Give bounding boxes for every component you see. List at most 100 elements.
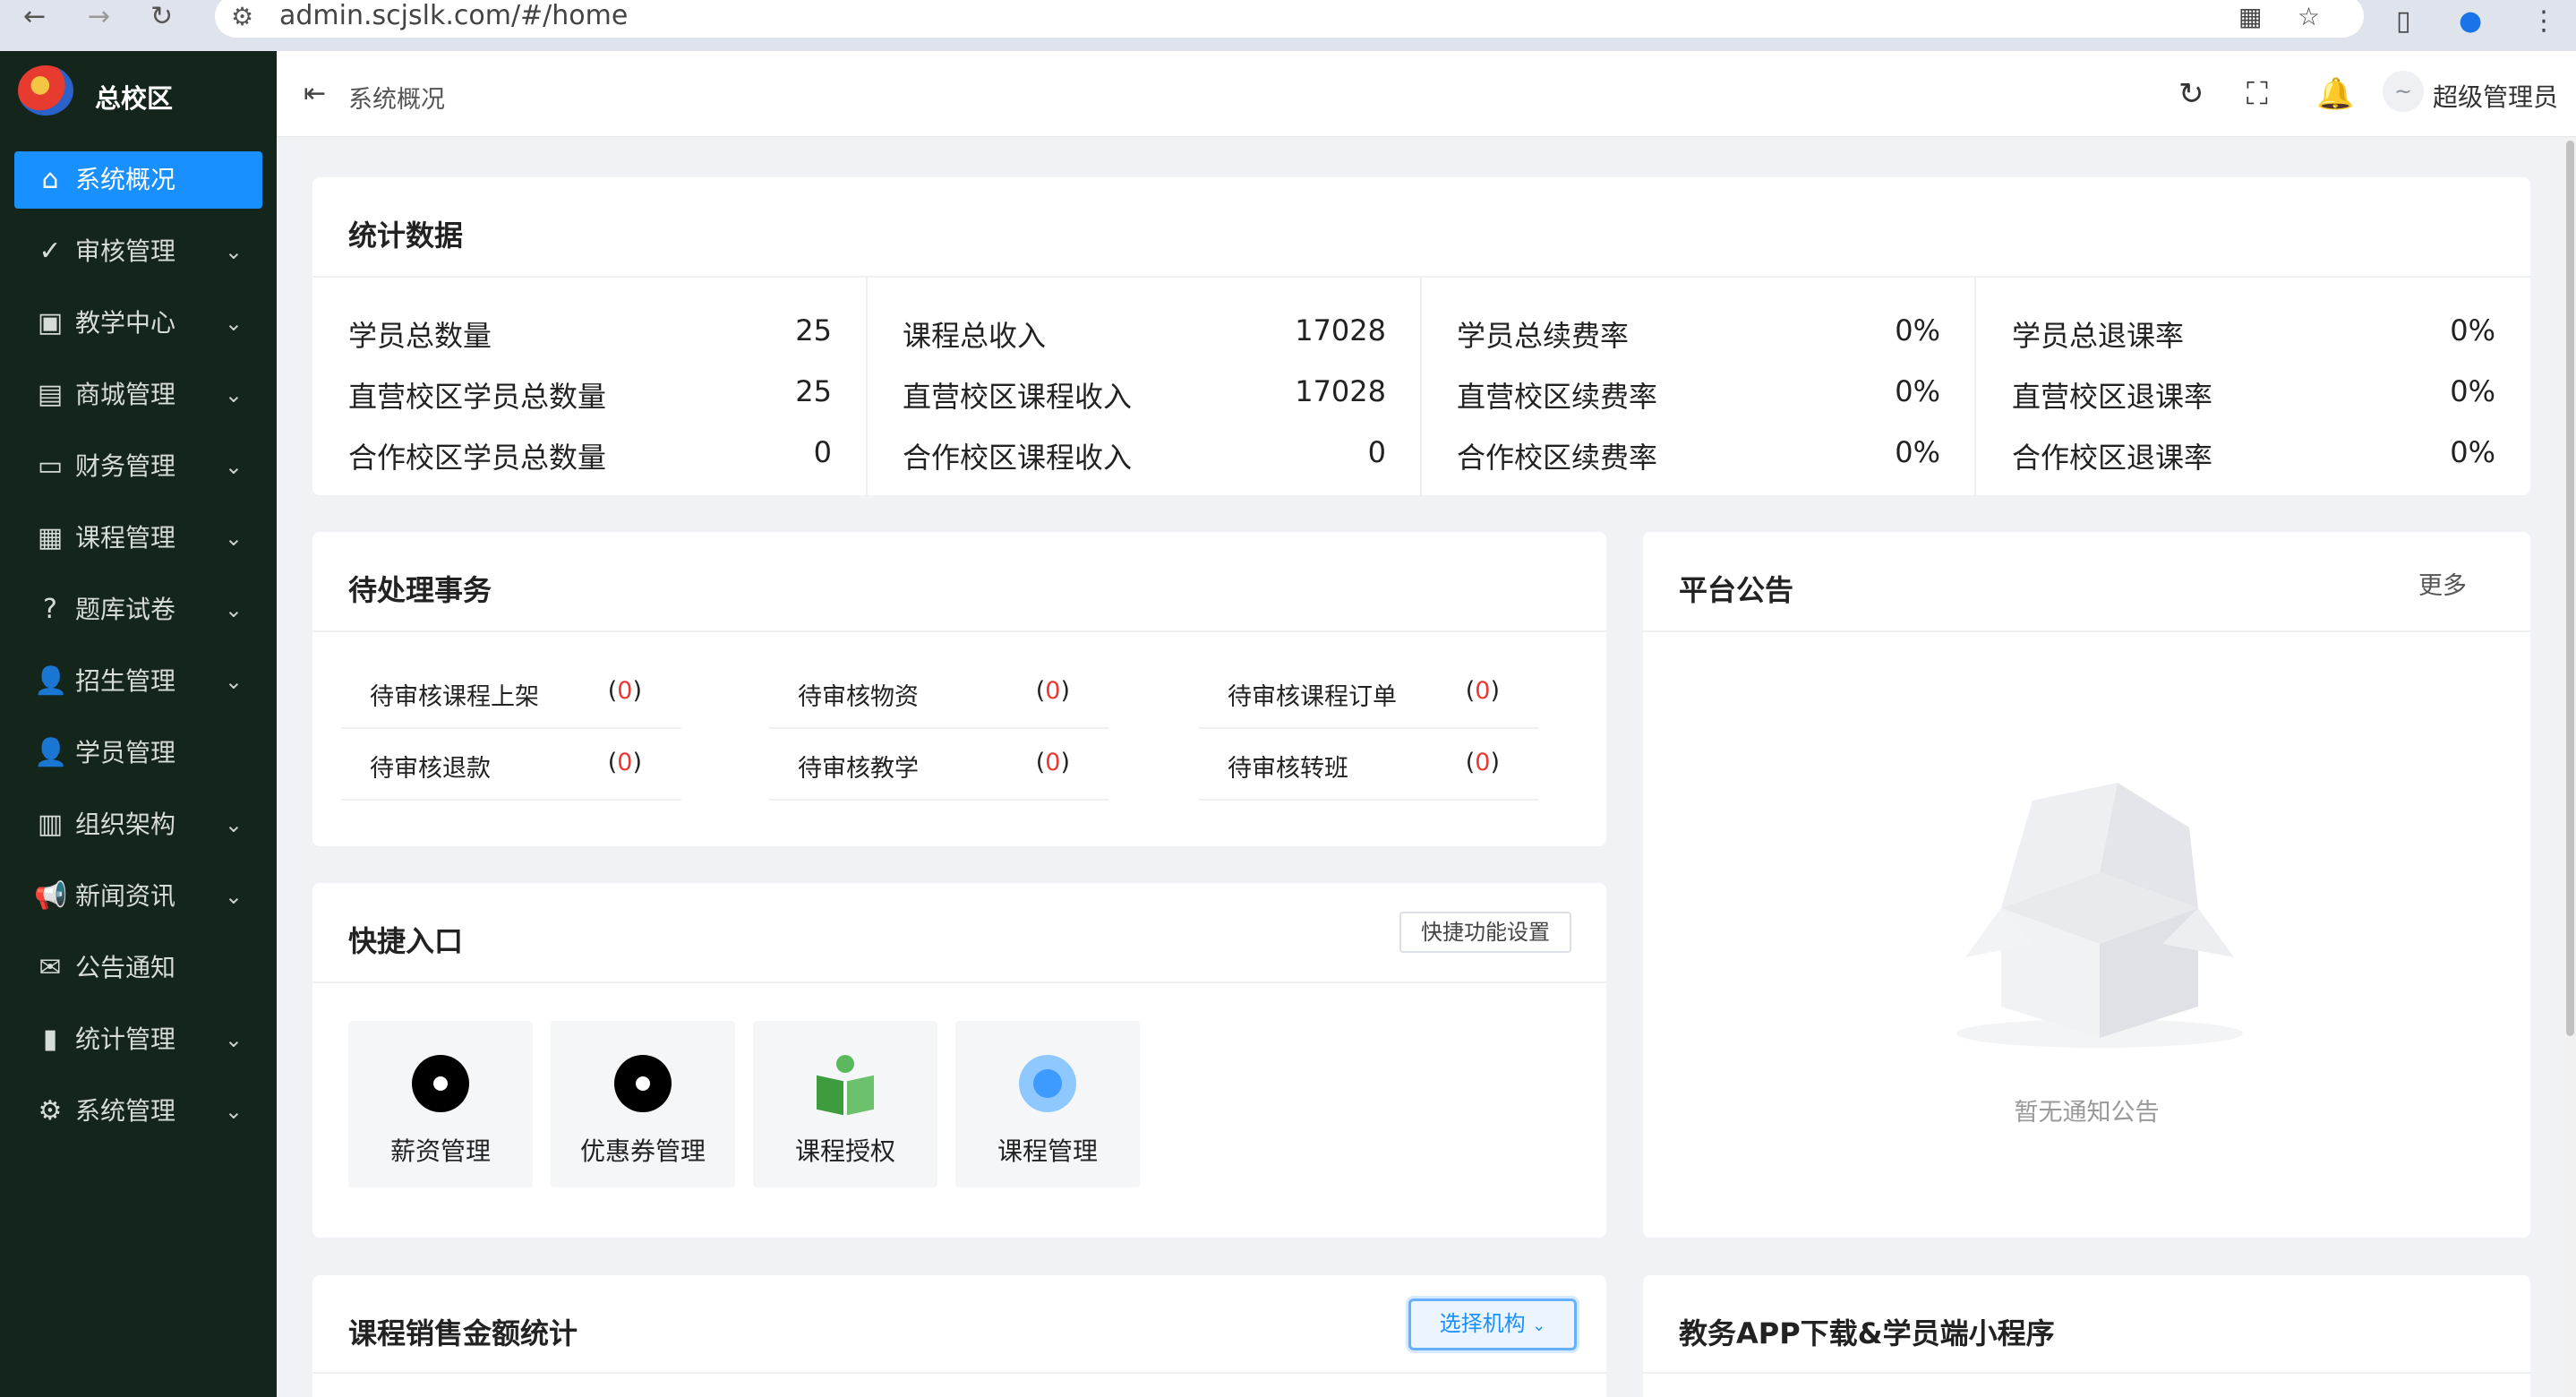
divider [1643, 1372, 2530, 1374]
stat-label: 学员总退课率 [2012, 319, 2185, 353]
stat-value: 0% [2450, 435, 2495, 469]
site-info-icon[interactable]: ⚙ [231, 2, 253, 31]
stat-row: 合作校区学员总数量 0 [348, 435, 832, 475]
quick-entry-tile[interactable]: 优惠券管理 [551, 1021, 735, 1187]
sidebar-item-6[interactable]: ? 题库试卷 ⌄ [0, 574, 277, 646]
stat-label: 直营校区课程收入 [903, 380, 1133, 414]
address-bar[interactable]: ⚙ admin.scjslk.com/#/home ▦ ☆ [215, 0, 2364, 38]
question-icon: ? [43, 594, 57, 625]
sidebar-item-9[interactable]: ▥ 组织架构 ⌄ [0, 789, 277, 861]
stat-value: 0% [1895, 435, 1940, 469]
gift-icon: ▤ [37, 379, 64, 410]
select-organization-dropdown[interactable]: 选择机构 ⌄ [1408, 1298, 1577, 1350]
sidebar-item-3[interactable]: ▤ 商城管理 ⌄ [0, 359, 277, 431]
empty-text: 暂无通知公告 [2014, 1099, 2160, 1127]
forward-icon[interactable]: → [88, 4, 110, 30]
pending-item[interactable]: 待审核教学 (0) [769, 729, 1109, 801]
stat-row: 学员总数量 25 [348, 313, 832, 353]
pending-item[interactable]: 待审核退款 (0) [341, 729, 681, 801]
stat-row: 课程总收入 17028 [903, 313, 1386, 353]
browser-menu-icon[interactable]: ⋮ [2530, 5, 2557, 37]
page-scrollbar[interactable] [2564, 137, 2576, 1397]
bookmark-star-icon[interactable]: ☆ [2298, 2, 2320, 31]
quick-entry-label: 课程管理 [997, 1136, 1098, 1166]
quick-entry-tile[interactable]: 薪资管理 [348, 1021, 533, 1187]
pending-item[interactable]: 待审核课程上架 (0) [341, 657, 681, 729]
refresh-icon[interactable]: ↻ [2178, 76, 2204, 112]
sidebar-item-label: 课程管理 [75, 523, 176, 553]
pending-label: 待审核课程订单 [1228, 683, 1397, 711]
url-text[interactable]: admin.scjslk.com/#/home [279, 0, 628, 31]
chevron-down-icon: ⌄ [224, 526, 243, 551]
translate-icon[interactable]: ▦ [2238, 2, 2262, 31]
scrollbar-thumb[interactable] [2566, 141, 2574, 1036]
brand[interactable]: 总校区 [0, 51, 277, 137]
sidebar-item-label: 招生管理 [75, 666, 176, 696]
stats-column: 学员总数量 25 直营校区学员总数量 25 合作校区学员总数量 0 [312, 278, 868, 496]
sidebar-item-7[interactable]: 👤 招生管理 ⌄ [0, 646, 277, 717]
announcement-title: 平台公告 [1679, 573, 1794, 607]
sidebar-item-label: 系统管理 [75, 1096, 176, 1126]
chevron-down-icon: ⌄ [224, 454, 243, 479]
quick-settings-button[interactable]: 快捷功能设置 [1399, 912, 1571, 953]
chevron-down-icon: ⌄ [1532, 1316, 1546, 1335]
stat-row: 直营校区退课率 0% [2012, 374, 2495, 414]
sidebar-item-label: 题库试卷 [75, 595, 176, 624]
chevron-down-icon: ⌄ [224, 311, 243, 336]
course-auth-icon [817, 1055, 874, 1116]
stats-column: 学员总退课率 0% 直营校区退课率 0% 合作校区退课率 0% [1976, 278, 2531, 496]
pending-label: 待审核物资 [798, 683, 919, 711]
quick-entry-tile[interactable]: 课程管理 [955, 1021, 1140, 1187]
stat-label: 合作校区课程收入 [903, 441, 1133, 475]
pending-item[interactable]: 待审核课程订单 (0) [1199, 657, 1539, 729]
stat-value: 0 [813, 435, 832, 469]
divider [312, 981, 1606, 983]
browser-toolbar: ← → ↻ ⚙ admin.scjslk.com/#/home ▦ ☆ ▯ ● … [0, 0, 2576, 51]
collapse-menu-icon[interactable]: ⇤ [304, 78, 326, 109]
sidebar-item-8[interactable]: 👤 学员管理 [0, 717, 277, 789]
pending-label: 待审核教学 [798, 755, 919, 783]
download-card: 教务APP下载&学员端小程序 [1643, 1275, 2530, 1397]
pending-item[interactable]: 待审核物资 (0) [769, 657, 1109, 729]
sidebar-item-1[interactable]: ✓ 审核管理 ⌄ [0, 216, 277, 287]
check-circle-icon: ✓ [39, 236, 62, 267]
pending-count-number: 0 [617, 677, 633, 705]
more-link[interactable]: 更多 [2418, 566, 2467, 601]
sidebar-item-2[interactable]: ▣ 教学中心 ⌄ [0, 287, 277, 359]
school-logo [18, 65, 73, 116]
stat-value: 17028 [1295, 374, 1386, 408]
sidebar-item-11[interactable]: ✉ 公告通知 [0, 932, 277, 1004]
fullscreen-icon[interactable]: ⛶ [2247, 76, 2268, 112]
pending-title: 待处理事务 [348, 573, 492, 607]
quick-entry-tile[interactable]: 课程授权 [753, 1021, 937, 1187]
pending-count-number: 0 [1045, 749, 1061, 776]
stat-value: 0% [2450, 313, 2495, 347]
quick-entry-label: 薪资管理 [389, 1136, 491, 1166]
salary-icon [412, 1055, 469, 1112]
sidebar-item-5[interactable]: ▦ 课程管理 ⌄ [0, 502, 277, 574]
teaching-icon: ▣ [37, 307, 64, 339]
pending-count-number: 0 [1045, 677, 1061, 705]
sidebar-item-0[interactable]: ⌂ 系统概况 [0, 144, 277, 216]
pending-label: 待审核转班 [1228, 755, 1348, 783]
pending-item[interactable]: 待审核转班 (0) [1199, 729, 1539, 801]
announcement-card: 平台公告 更多 暂无通知公告 [1643, 532, 2530, 1238]
bell-icon[interactable]: 🔔 [2316, 76, 2354, 112]
back-icon[interactable]: ← [23, 4, 46, 30]
chevron-down-icon: ⌄ [224, 1099, 243, 1124]
profile-icon[interactable]: ● [2459, 5, 2482, 37]
stat-label: 学员总续费率 [1457, 319, 1630, 353]
mail-icon: ✉ [39, 952, 62, 983]
reload-icon[interactable]: ↻ [150, 4, 173, 30]
sidebar-item-4[interactable]: ▭ 财务管理 ⌄ [0, 431, 277, 502]
stats-column: 课程总收入 17028 直营校区课程收入 17028 合作校区课程收入 0 [867, 278, 1422, 496]
chevron-down-icon: ⌄ [224, 597, 243, 622]
megaphone-icon: 📢 [34, 880, 68, 912]
sidebar-item-12[interactable]: ▮ 统计管理 ⌄ [0, 1004, 277, 1076]
sidebar-item-13[interactable]: ⚙ 系统管理 ⌄ [0, 1076, 277, 1147]
side-panel-icon[interactable]: ▯ [2396, 5, 2411, 37]
sidebar-item-10[interactable]: 📢 新闻资讯 ⌄ [0, 861, 277, 932]
avatar[interactable]: ~ [2383, 71, 2424, 112]
sidebar-item-label: 教学中心 [75, 308, 176, 338]
user-name[interactable]: 超级管理员 [2433, 78, 2558, 114]
